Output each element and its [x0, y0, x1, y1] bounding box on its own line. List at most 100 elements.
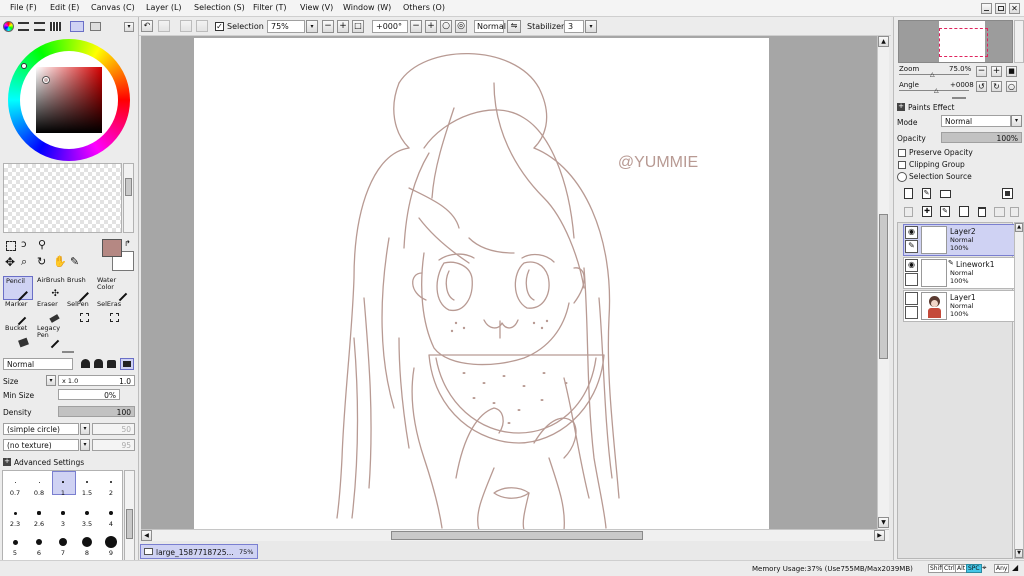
layer-pencil-icon[interactable]: ✎: [905, 240, 918, 253]
menu-window[interactable]: Window (W): [343, 3, 391, 12]
hue-picker-marker[interactable]: [21, 63, 27, 69]
rotate-zero-button[interactable]: ◎: [455, 20, 467, 33]
rect-select-icon[interactable]: [6, 241, 16, 251]
size-presets-scroll-thumb[interactable]: [126, 509, 133, 539]
panel-resize-grip[interactable]: [952, 97, 966, 99]
brush-shape-square-button[interactable]: [120, 358, 134, 370]
navigator-preview[interactable]: [898, 20, 1013, 63]
tool-brush[interactable]: Brush: [65, 276, 95, 302]
brush-size-dot[interactable]: [12, 539, 18, 545]
canvas-horizontal-scrollbar[interactable]: ◀ ▶: [141, 529, 889, 541]
scratchpad-scrollbar[interactable]: [123, 163, 134, 233]
new-layer-icon[interactable]: [904, 188, 913, 199]
visibility-eye-icon[interactable]: ◉: [905, 259, 918, 272]
visibility-eye-icon[interactable]: ◉: [905, 226, 918, 239]
tool-airbrush[interactable]: AirBrush ✣: [35, 276, 65, 300]
scratchpad-scroll-thumb[interactable]: [125, 178, 132, 196]
brush-size-dot[interactable]: [61, 511, 65, 515]
nav-rotate-left-button[interactable]: ↺: [976, 81, 987, 92]
transfer-down-icon[interactable]: [904, 207, 913, 217]
min-size-field[interactable]: 0%: [58, 389, 120, 400]
menu-view[interactable]: View (V): [300, 3, 333, 12]
flip-horizontal-button[interactable]: ⇋: [507, 20, 521, 33]
layer-lock-toggle[interactable]: [905, 306, 918, 319]
merge-visible-icon[interactable]: [959, 206, 969, 217]
rgb-slider-tab-icon[interactable]: [18, 22, 29, 31]
clipping-group-checkbox[interactable]: [898, 161, 906, 169]
hand-icon[interactable]: ✋: [53, 256, 67, 267]
layer-scroll-up-button[interactable]: ▲: [1015, 223, 1023, 232]
merge-down-icon[interactable]: ✚: [922, 206, 932, 217]
zoom-in-button[interactable]: +: [337, 20, 349, 33]
rotate-right-button[interactable]: +: [425, 20, 437, 33]
scroll-down-button[interactable]: ▼: [878, 517, 889, 528]
swatch-tab-icon[interactable]: [90, 22, 101, 31]
brush-size-dot[interactable]: [85, 511, 89, 515]
close-button[interactable]: ✕: [1009, 3, 1020, 14]
brush-size-dot[interactable]: [62, 481, 64, 483]
layer-delete-selected-icon[interactable]: [1010, 207, 1019, 217]
menu-filter[interactable]: Filter (T): [253, 3, 286, 12]
nav-rotate-reset-button[interactable]: ○: [1006, 81, 1017, 92]
brush-size-dot[interactable]: [104, 535, 118, 549]
move-icon[interactable]: ✥: [5, 256, 15, 268]
tool-seleras[interactable]: SelEras: [95, 300, 125, 324]
restore-button[interactable]: [995, 3, 1006, 14]
layer-scroll-down-button[interactable]: ▼: [1015, 549, 1023, 558]
density-slider[interactable]: 100: [58, 406, 135, 417]
nav-zoom-in-button[interactable]: +: [991, 66, 1002, 77]
zoom-reset-button[interactable]: □: [352, 20, 364, 33]
vertical-scroll-thumb[interactable]: [879, 214, 888, 359]
advanced-settings-toggle[interactable]: Advanced Settings: [14, 458, 84, 467]
selection-source-radio[interactable]: [897, 172, 907, 182]
paints-effect-toggle[interactable]: Paints Effect: [908, 103, 954, 112]
brush-size-dot[interactable]: [59, 538, 67, 546]
layer-copy-icon[interactable]: [994, 207, 1005, 217]
clear-layer-icon[interactable]: ✎: [940, 206, 950, 217]
deselect-button[interactable]: [180, 20, 192, 32]
rotate-icon[interactable]: ↻: [37, 256, 46, 267]
brush-size-dot[interactable]: [36, 539, 42, 545]
canvas-tab[interactable]: large_1587718725... 75%: [140, 544, 258, 559]
visibility-toggle[interactable]: [905, 292, 918, 305]
tool-legacy-pen[interactable]: Legacy Pen: [35, 324, 65, 349]
zoom-select[interactable]: 75%: [267, 20, 305, 33]
brush-size-dot[interactable]: [13, 511, 17, 515]
stabilizer-select[interactable]: 3: [564, 20, 584, 33]
zoom-icon[interactable]: ⌕: [21, 256, 27, 267]
brush-shape-dropdown[interactable]: ▾: [80, 423, 90, 435]
navigator-scrollbar[interactable]: [1014, 20, 1024, 63]
brush-size-dot[interactable]: [14, 481, 16, 483]
size-field[interactable]: x 1.0 1.0: [58, 375, 135, 386]
layer-list-scrollbar[interactable]: ▲ ▼: [1014, 222, 1024, 559]
brush-shape-select[interactable]: (simple circle): [3, 423, 79, 435]
tool-bucket[interactable]: Bucket: [3, 324, 33, 348]
blend-mode-select[interactable]: Normal: [3, 358, 73, 370]
brush-size-dot[interactable]: [37, 511, 41, 515]
menu-selection[interactable]: Selection (S): [194, 3, 245, 12]
angle-field[interactable]: +000°: [372, 20, 408, 33]
nav-zoom-out-button[interactable]: −: [976, 66, 987, 77]
view-mode-field[interactable]: Normal: [474, 20, 506, 33]
color-wheel-tab-icon[interactable]: [3, 21, 14, 32]
horizontal-scroll-thumb[interactable]: [391, 531, 643, 540]
eyedropper-icon[interactable]: ✎: [70, 256, 79, 267]
layer-item-layer1[interactable]: Layer1 Normal 100%: [903, 290, 1015, 322]
nav-zoom-reset-button[interactable]: ■: [1006, 66, 1017, 77]
tool-pencil[interactable]: Pencil: [3, 276, 33, 301]
rotate-reset-button[interactable]: ○: [440, 20, 452, 33]
selection-visible-checkbox[interactable]: ✓: [215, 22, 224, 31]
trash-icon[interactable]: [978, 207, 986, 217]
scroll-up-button[interactable]: ▲: [878, 36, 889, 47]
nav-rotate-right-button[interactable]: ↻: [991, 81, 1002, 92]
layer-opacity-slider[interactable]: 100%: [941, 132, 1022, 143]
scratchpad[interactable]: [3, 163, 122, 233]
brush-size-dot[interactable]: [86, 481, 88, 483]
tool-watercolor[interactable]: Water Color: [95, 276, 131, 302]
scratchpad-tab-icon[interactable]: [70, 21, 84, 32]
tool-marker[interactable]: Marker: [3, 300, 33, 326]
zoom-slider-thumb-icon[interactable]: △: [930, 71, 935, 78]
lasso-icon[interactable]: ↄ: [21, 240, 33, 251]
layer-menu-button[interactable]: [1002, 188, 1013, 199]
preserve-opacity-checkbox[interactable]: [898, 149, 906, 157]
